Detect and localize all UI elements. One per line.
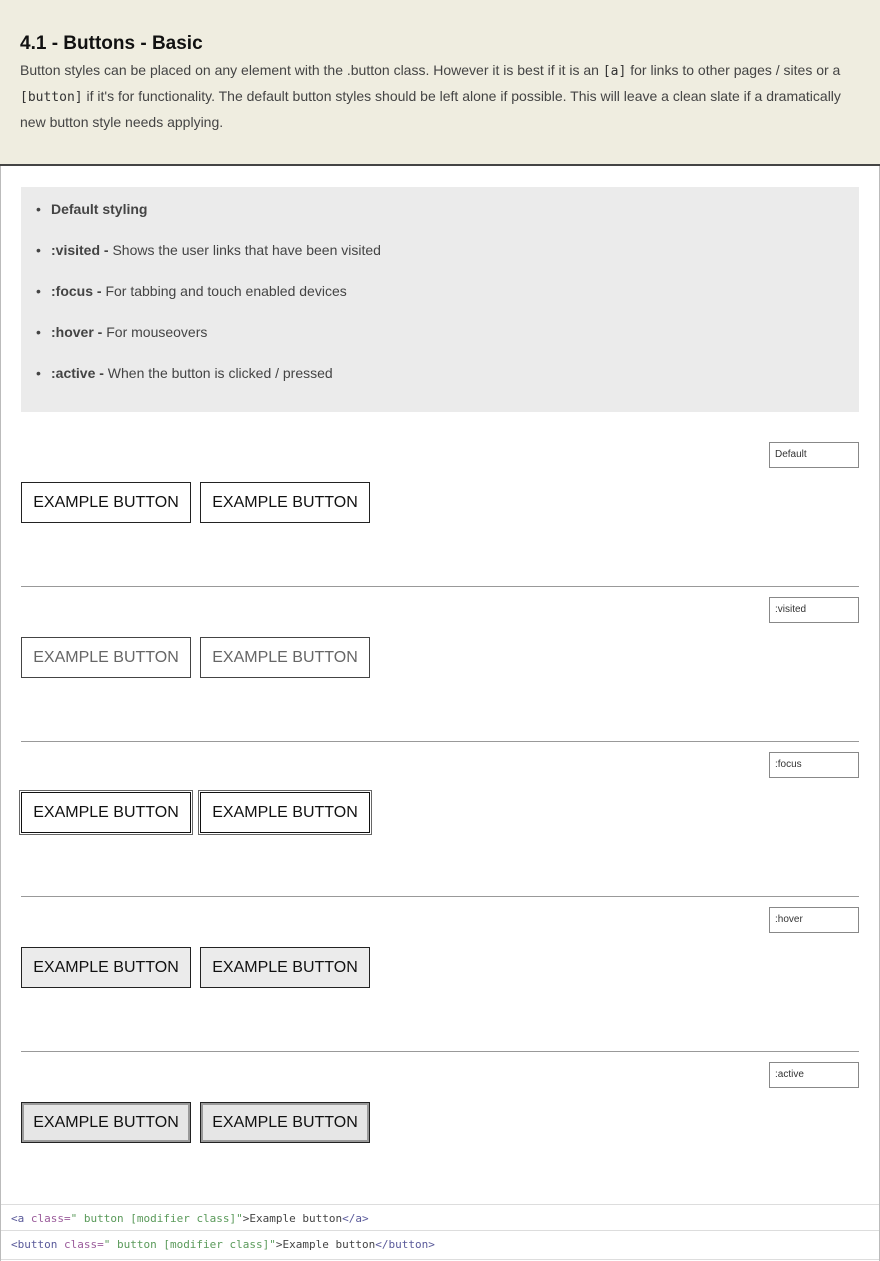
page-title: 4.1 - Buttons - Basic xyxy=(20,33,203,54)
section-visited: :visited EXAMPLE BUTTON EXAMPLE BUTTON xyxy=(21,586,859,686)
section-divider xyxy=(21,586,859,587)
state-tag-visited: :visited xyxy=(769,597,859,623)
section-divider xyxy=(21,741,859,742)
example-button[interactable]: EXAMPLE BUTTON xyxy=(200,482,370,523)
state-tag-hover: :hover xyxy=(769,907,859,933)
section-default: Default EXAMPLE BUTTON EXAMPLE BUTTON xyxy=(21,442,859,532)
state-item-active: :active - When the button is clicked / p… xyxy=(36,365,333,381)
state-item-hover: :hover - For mouseovers xyxy=(36,324,208,340)
section-hover: :hover EXAMPLE BUTTON EXAMPLE BUTTON xyxy=(21,896,859,996)
code-tag-open: <a xyxy=(11,1212,25,1225)
description-text-2: for links to other pages / sites or a xyxy=(626,62,841,78)
code-content: >Example button xyxy=(242,1212,343,1225)
example-button-link-visited[interactable]: EXAMPLE BUTTON xyxy=(21,637,191,678)
state-item-default: Default styling xyxy=(36,201,148,217)
state-tag-active: :active xyxy=(769,1062,859,1088)
state-desc: For tabbing and touch enabled devices xyxy=(101,283,347,299)
state-name: :active - xyxy=(51,365,104,381)
example-button-link[interactable]: EXAMPLE BUTTON xyxy=(21,482,191,523)
state-desc: For mouseovers xyxy=(102,324,208,340)
section-divider xyxy=(21,1051,859,1052)
code-sample-button: <button class=" button [modifier class]"… xyxy=(1,1230,879,1260)
state-item-focus: :focus - For tabbing and touch enabled d… xyxy=(36,283,347,299)
code-attr: class= xyxy=(24,1212,71,1225)
code-button-inline: [button] xyxy=(20,90,83,105)
code-attr: class= xyxy=(57,1238,104,1251)
state-tag-focus: :focus xyxy=(769,752,859,778)
example-button-link-focus[interactable]: EXAMPLE BUTTON xyxy=(21,792,191,833)
code-tag-close: </button> xyxy=(375,1238,435,1251)
example-button-active[interactable]: EXAMPLE BUTTON xyxy=(200,1102,370,1143)
state-name: :hover - xyxy=(51,324,103,340)
code-tag-open: <button xyxy=(11,1238,58,1251)
example-button-link-hover[interactable]: EXAMPLE BUTTON xyxy=(21,947,191,988)
state-desc: Shows the user links that have been visi… xyxy=(108,242,381,258)
state-desc: When the button is clicked / pressed xyxy=(103,365,333,381)
section-divider xyxy=(21,896,859,897)
example-button-visited[interactable]: EXAMPLE BUTTON xyxy=(200,637,370,678)
state-tag-default: Default xyxy=(769,442,859,468)
example-button-hover[interactable]: EXAMPLE BUTTON xyxy=(200,947,370,988)
code-string: " button [modifier class]" xyxy=(103,1238,276,1251)
code-string: " button [modifier class]" xyxy=(70,1212,243,1225)
code-sample-a: <a class=" button [modifier class]">Exam… xyxy=(1,1204,879,1232)
state-list: Default styling :visited - Shows the use… xyxy=(21,187,859,412)
example-button-focus[interactable]: EXAMPLE BUTTON xyxy=(200,792,370,833)
description-text-1: Button styles can be placed on any eleme… xyxy=(20,62,603,78)
page-header: 4.1 - Buttons - Basic Button styles can … xyxy=(0,0,880,166)
state-item-visited: :visited - Shows the user links that hav… xyxy=(36,242,381,258)
state-name: Default styling xyxy=(51,201,148,217)
code-a-inline: [a] xyxy=(602,64,627,79)
state-name: :visited - xyxy=(51,242,109,258)
section-focus: :focus EXAMPLE BUTTON EXAMPLE BUTTON xyxy=(21,741,859,841)
section-active: :active EXAMPLE BUTTON EXAMPLE BUTTON xyxy=(21,1051,859,1151)
page-description: Button styles can be placed on any eleme… xyxy=(20,58,865,134)
example-button-link-active[interactable]: EXAMPLE BUTTON xyxy=(21,1102,191,1143)
code-tag-close: </a> xyxy=(342,1212,369,1225)
description-text-3: if it's for functionality. The default b… xyxy=(20,88,841,130)
state-name: :focus - xyxy=(51,283,102,299)
code-content: >Example button xyxy=(275,1238,376,1251)
